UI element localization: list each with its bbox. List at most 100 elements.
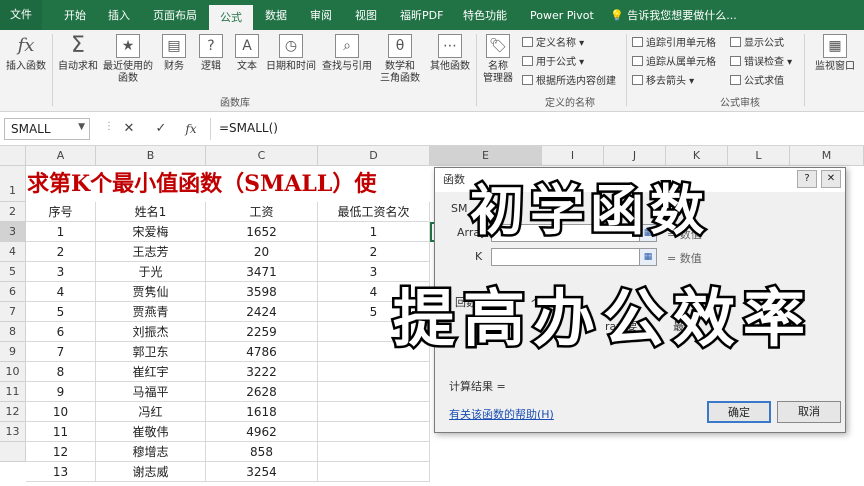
select-all-corner[interactable] — [0, 146, 26, 166]
row-header[interactable]: 2 — [0, 202, 26, 222]
table-cell[interactable]: 贾隽仙 — [96, 282, 206, 302]
table-cell[interactable]: 1 — [318, 222, 430, 242]
table-cell[interactable]: 2 — [26, 242, 96, 262]
insert-function-fx-button[interactable]: fx — [180, 118, 202, 140]
lookup-button[interactable]: ⌕ 查找与引用 — [320, 34, 374, 73]
use-in-formula-button[interactable]: 用于公式 ▾ — [522, 53, 584, 68]
table-cell[interactable]: 5 — [26, 302, 96, 322]
table-cell[interactable]: 3254 — [206, 462, 318, 482]
tab-data[interactable]: 数据 — [265, 0, 287, 30]
table-cell[interactable]: 于光 — [96, 262, 206, 282]
row-header[interactable]: 7 — [0, 302, 26, 322]
row-header[interactable]: 4 — [0, 242, 26, 262]
evaluate-formula-button[interactable]: 公式求值 — [730, 72, 784, 87]
table-cell[interactable]: 6 — [26, 322, 96, 342]
function-help-link[interactable]: 有关该函数的帮助(H) — [449, 406, 554, 422]
tab-file[interactable]: 文件 — [0, 0, 42, 30]
tab-formulas[interactable]: 公式 — [209, 5, 253, 30]
row-header[interactable]: 1 — [0, 166, 26, 202]
cancel-entry-button[interactable]: ✕ — [118, 118, 140, 140]
tab-foxit-pdf[interactable]: 福昕PDF — [400, 0, 443, 30]
column-header[interactable]: I — [542, 146, 604, 166]
cancel-button[interactable]: 取消 — [777, 401, 841, 423]
table-cell[interactable] — [318, 382, 430, 402]
table-cell[interactable]: 穆增志 — [96, 442, 206, 462]
table-cell[interactable]: 1 — [26, 222, 96, 242]
table-cell[interactable]: 2 — [318, 242, 430, 262]
table-cell[interactable]: 崔红宇 — [96, 362, 206, 382]
datetime-button[interactable]: ◷ 日期和时间 — [264, 34, 318, 73]
table-header-cell[interactable]: 姓名1 — [96, 202, 206, 222]
table-cell[interactable]: 7 — [26, 342, 96, 362]
table-cell[interactable]: 贾燕青 — [96, 302, 206, 322]
table-cell[interactable]: 4962 — [206, 422, 318, 442]
error-checking-button[interactable]: 错误检查 ▾ — [730, 53, 792, 68]
row-header[interactable]: 13 — [0, 422, 26, 442]
table-cell[interactable] — [318, 422, 430, 442]
table-cell[interactable] — [318, 362, 430, 382]
table-cell[interactable]: 崔敬伟 — [96, 422, 206, 442]
tab-page-layout[interactable]: 页面布局 — [153, 0, 197, 30]
column-header[interactable]: A — [26, 146, 96, 166]
table-cell[interactable]: 3 — [26, 262, 96, 282]
row-header[interactable]: 12 — [0, 402, 26, 422]
table-cell[interactable] — [318, 402, 430, 422]
recent-functions-button[interactable]: ★ 最近使用的 函数 — [102, 34, 154, 85]
chevron-down-icon[interactable]: ▼ — [78, 122, 85, 132]
table-cell[interactable]: 2259 — [206, 322, 318, 342]
tab-insert[interactable]: 插入 — [108, 0, 130, 30]
row-header[interactable]: 11 — [0, 382, 26, 402]
table-cell[interactable]: 20 — [206, 242, 318, 262]
watch-window-button[interactable]: ▦ 监视窗口 — [808, 34, 862, 73]
column-header[interactable]: B — [96, 146, 206, 166]
column-header[interactable]: L — [728, 146, 790, 166]
ok-button[interactable]: 确定 — [707, 401, 771, 423]
table-cell[interactable]: 8 — [26, 362, 96, 382]
show-formulas-button[interactable]: 显示公式 — [730, 34, 784, 49]
range-select-icon[interactable]: ▦ — [639, 248, 657, 266]
table-header-cell[interactable]: 工资 — [206, 202, 318, 222]
table-cell[interactable]: 4 — [26, 282, 96, 302]
help-button[interactable]: ? — [797, 170, 817, 188]
tab-home[interactable]: 开始 — [64, 0, 86, 30]
row-header[interactable]: 10 — [0, 362, 26, 382]
text-button[interactable]: A 文本 — [231, 34, 263, 73]
table-cell[interactable] — [318, 442, 430, 462]
trace-dependents-button[interactable]: 追踪从属单元格 — [632, 53, 716, 68]
formula-input[interactable]: =SMALL() — [210, 118, 864, 140]
tab-view[interactable]: 视图 — [355, 0, 377, 30]
create-from-selection-button[interactable]: 根据所选内容创建 — [522, 72, 616, 87]
table-cell[interactable]: 10 — [26, 402, 96, 422]
column-header[interactable]: M — [790, 146, 864, 166]
tab-special[interactable]: 特色功能 — [463, 0, 507, 30]
table-header-cell[interactable]: 序号 — [26, 202, 96, 222]
autosum-button[interactable]: Σ 自动求和 — [56, 34, 100, 73]
define-name-button[interactable]: 定义名称 ▾ — [522, 34, 584, 49]
row-header[interactable]: 6 — [0, 282, 26, 302]
table-cell[interactable]: 12 — [26, 442, 96, 462]
table-cell[interactable]: 谢志威 — [96, 462, 206, 482]
table-cell[interactable]: 9 — [26, 382, 96, 402]
table-cell[interactable]: 1652 — [206, 222, 318, 242]
tab-power-pivot[interactable]: Power Pivot — [530, 0, 594, 30]
table-cell[interactable]: 马福平 — [96, 382, 206, 402]
column-header[interactable]: K — [666, 146, 728, 166]
table-cell[interactable]: 11 — [26, 422, 96, 442]
finance-button[interactable]: ▤ 财务 — [158, 34, 190, 73]
trace-precedents-button[interactable]: 追踪引用单元格 — [632, 34, 716, 49]
row-header[interactable]: 3 — [0, 222, 26, 242]
arg-k-input[interactable] — [491, 248, 641, 266]
confirm-entry-button[interactable]: ✓ — [150, 118, 172, 140]
column-header[interactable]: E — [430, 146, 542, 166]
tab-review[interactable]: 审阅 — [310, 0, 332, 30]
row-header[interactable]: 8 — [0, 322, 26, 342]
close-icon[interactable]: ✕ — [821, 170, 841, 188]
remove-arrows-button[interactable]: 移去箭头 ▾ — [632, 72, 694, 87]
row-header[interactable]: 5 — [0, 262, 26, 282]
table-cell[interactable] — [318, 462, 430, 482]
name-box[interactable]: SMALL ▼ — [4, 118, 90, 140]
table-cell[interactable]: 2628 — [206, 382, 318, 402]
row-header[interactable]: 9 — [0, 342, 26, 362]
table-cell[interactable]: 郭卫东 — [96, 342, 206, 362]
table-cell[interactable]: 1618 — [206, 402, 318, 422]
